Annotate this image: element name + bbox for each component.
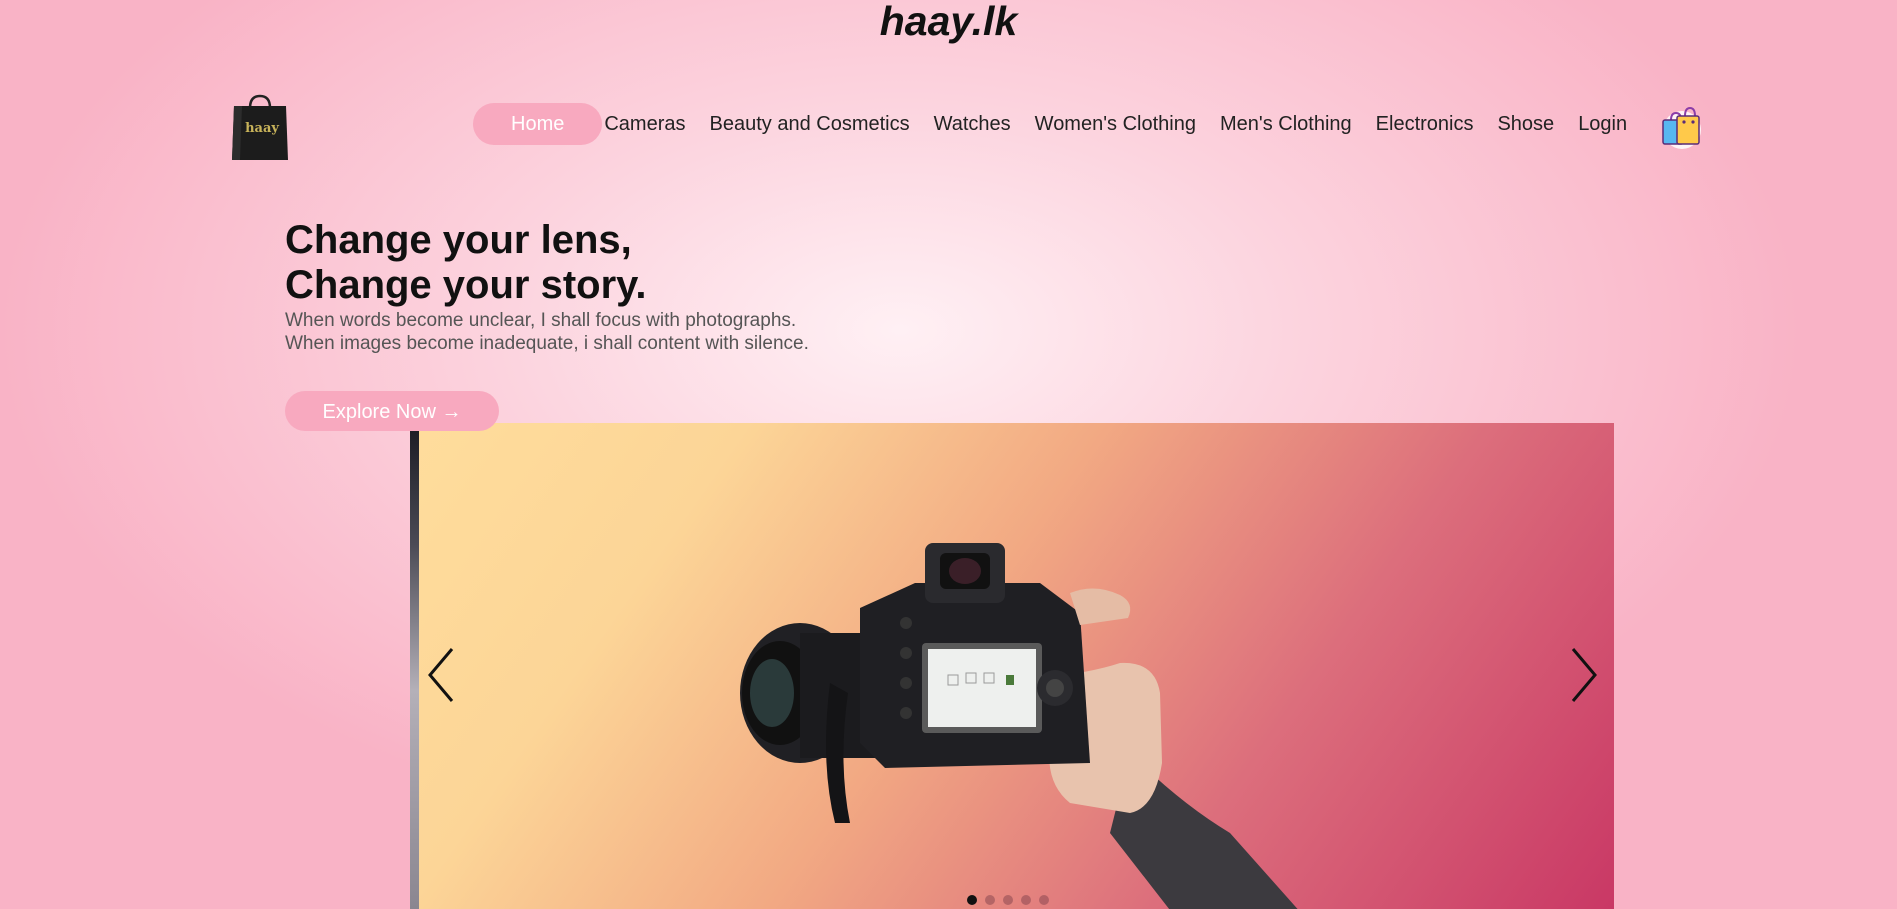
- chevron-right-icon[interactable]: [1563, 643, 1603, 707]
- hero-sub-line2: When images become inadequate, i shall c…: [285, 333, 809, 354]
- previous-slide-edge: [410, 423, 419, 909]
- logo[interactable]: haay: [230, 94, 290, 162]
- nav-beauty-cosmetics[interactable]: Beauty and Cosmetics: [698, 103, 922, 145]
- image-carousel: [410, 423, 1614, 909]
- chevron-left-icon[interactable]: [422, 643, 462, 707]
- carousel-dot-2[interactable]: [985, 895, 995, 905]
- carousel-dot-4[interactable]: [1021, 895, 1031, 905]
- carousel-dot-1[interactable]: [967, 895, 977, 905]
- hero-sub-line1: When words become unclear, I shall focus…: [285, 310, 797, 331]
- carousel-dot-3[interactable]: [1003, 895, 1013, 905]
- nav-home[interactable]: Home: [473, 103, 603, 145]
- nav-womens-clothing[interactable]: Women's Clothing: [1023, 103, 1208, 145]
- nav-mens-clothing[interactable]: Men's Clothing: [1208, 103, 1364, 145]
- nav-watches[interactable]: Watches: [922, 103, 1023, 145]
- nav-login[interactable]: Login: [1566, 103, 1639, 145]
- hero-title-line1: Change your lens,: [285, 218, 632, 262]
- main-nav: Home Cameras Beauty and Cosmetics Watche…: [473, 103, 1639, 145]
- nav-electronics[interactable]: Electronics: [1364, 103, 1486, 145]
- hero-title: Change your lens, Change your story.: [285, 218, 647, 308]
- carousel-indicators: [967, 895, 1049, 905]
- carousel-dot-5[interactable]: [1039, 895, 1049, 905]
- hero-title-line2: Change your story.: [285, 263, 647, 307]
- nav-shose[interactable]: Shose: [1485, 103, 1566, 145]
- site-title: haay.lk: [879, 0, 1018, 44]
- nav-cameras[interactable]: Cameras: [602, 103, 697, 145]
- camera-in-hand-image: [740, 543, 1298, 909]
- explore-now-button[interactable]: Explore Now →: [285, 391, 499, 431]
- logo-text: haay: [245, 121, 279, 136]
- shopping-bags-icon[interactable]: [1657, 104, 1703, 150]
- hero-subtitle: When words become unclear, I shall focus…: [285, 309, 809, 355]
